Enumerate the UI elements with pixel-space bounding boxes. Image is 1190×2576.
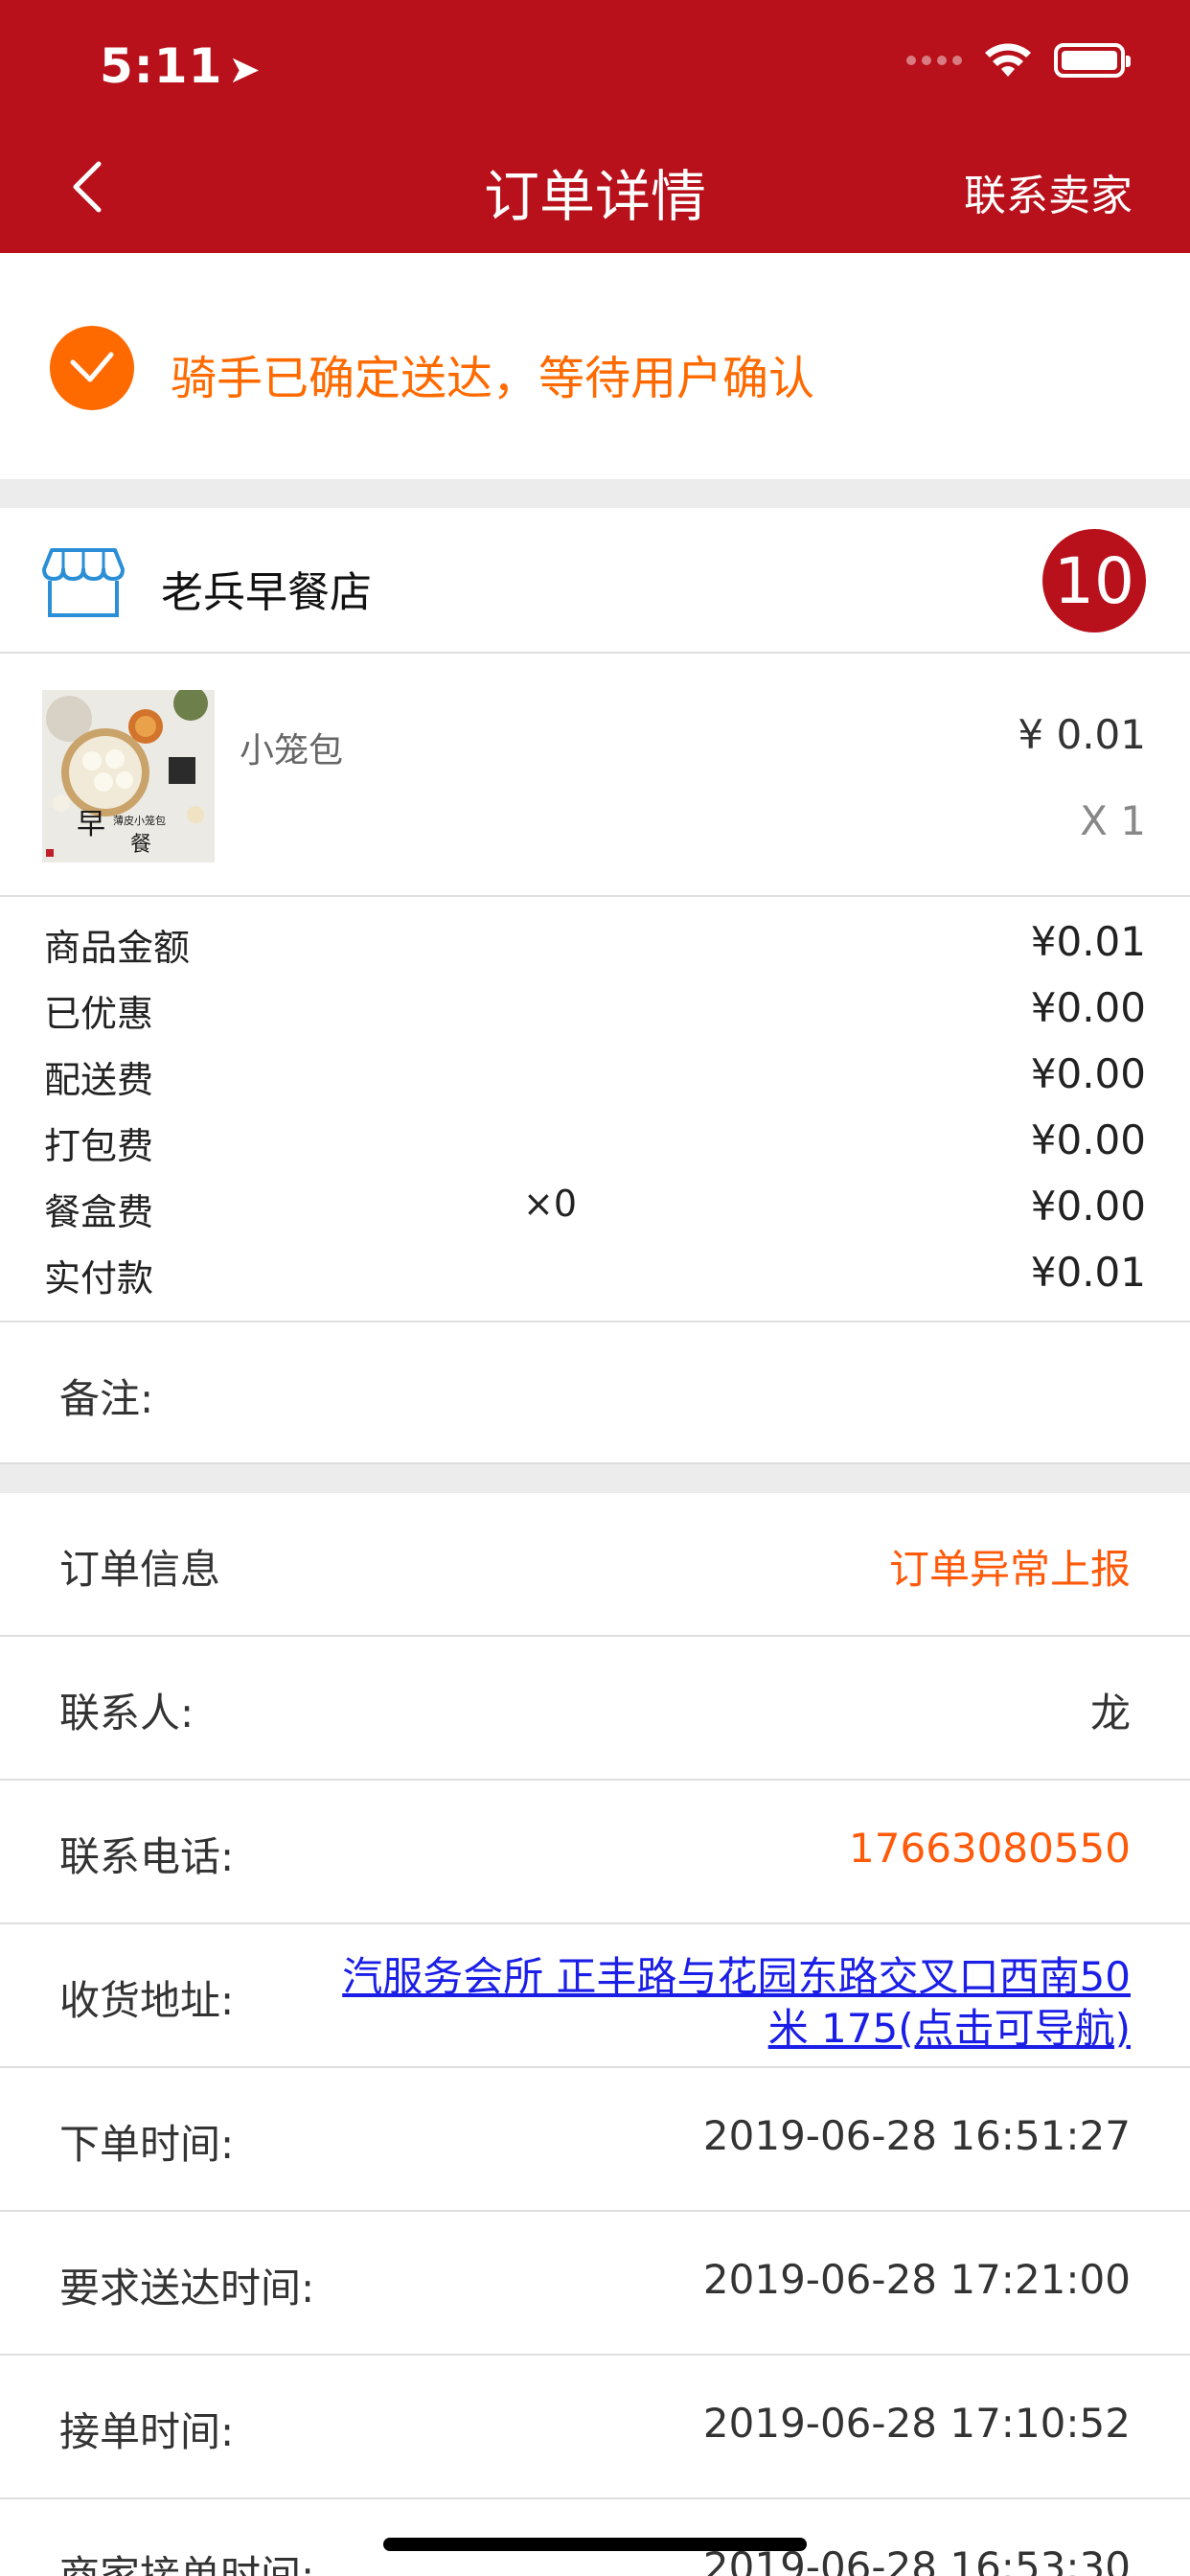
shop-row[interactable]: 老兵早餐店 10 bbox=[0, 508, 1190, 654]
address-line: 汽服务会所 正丰路与花园东路交叉口西南50 bbox=[342, 1953, 1131, 2000]
contact-name: 龙 bbox=[1089, 1690, 1131, 1736]
check-icon bbox=[50, 326, 134, 410]
fee-label: 已优惠 bbox=[44, 993, 154, 1035]
fee-line-packing: 打包费 ¥0.00 bbox=[44, 1116, 1146, 1174]
fee-value: ¥0.01 bbox=[1030, 1249, 1146, 1296]
fee-value: ¥0.00 bbox=[1030, 1050, 1146, 1097]
fee-multiplier: ×0 bbox=[523, 1183, 578, 1225]
shop-icon bbox=[42, 548, 125, 617]
product-price: ¥ 0.01 bbox=[1018, 711, 1146, 758]
fee-line-discount: 已优惠 ¥0.00 bbox=[44, 984, 1146, 1042]
svg-text:餐: 餐 bbox=[130, 833, 151, 857]
fee-value: ¥0.01 bbox=[1030, 918, 1146, 965]
wifi-icon bbox=[985, 43, 1031, 77]
order-time-value: 2019-06-28 16:51:27 bbox=[702, 2112, 1131, 2159]
accept-time-value: 2019-06-28 17:10:52 bbox=[702, 2400, 1131, 2447]
location-arrow-icon: ➤ bbox=[228, 48, 262, 92]
order-time-row: 下单时间: 2019-06-28 16:51:27 bbox=[0, 2068, 1190, 2212]
order-time-label: 下单时间: bbox=[59, 2121, 235, 2168]
report-abnormal-link[interactable]: 订单异常上报 bbox=[889, 1537, 1131, 1596]
battery-icon bbox=[1054, 43, 1131, 78]
section-divider bbox=[0, 479, 1190, 508]
order-info-header: 订单信息 订单异常上报 bbox=[0, 1493, 1190, 1637]
fee-label: 实付款 bbox=[44, 1257, 154, 1300]
signal-icon bbox=[906, 56, 962, 65]
order-number-badge: 10 bbox=[1042, 529, 1146, 632]
phone-row[interactable]: 联系电话: 17663080550 bbox=[0, 1781, 1190, 1924]
contact-row: 联系人: 龙 bbox=[0, 1637, 1190, 1781]
home-indicator[interactable] bbox=[383, 2538, 807, 2551]
section-divider bbox=[0, 1464, 1190, 1493]
fee-summary: 商品金额 ¥0.01 已优惠 ¥0.00 配送费 ¥0.00 打包费 ¥0.00… bbox=[0, 897, 1190, 1322]
status-time: 5:11 ➤ bbox=[100, 38, 262, 94]
merchant-accept-time-label: 商家接单时间: bbox=[59, 2552, 315, 2576]
contact-label: 联系人: bbox=[59, 1690, 195, 1736]
fee-value: ¥0.00 bbox=[1030, 984, 1146, 1031]
remark-label: 备注: bbox=[59, 1375, 154, 1422]
fee-line-goods-amount: 商品金额 ¥0.01 bbox=[44, 918, 1146, 976]
fee-value: ¥0.00 bbox=[1030, 1116, 1146, 1163]
status-time-text: 5:11 bbox=[100, 38, 223, 94]
shop-name: 老兵早餐店 bbox=[161, 568, 372, 617]
product-name: 小笼包 bbox=[240, 731, 344, 770]
required-time-label: 要求送达时间: bbox=[59, 2265, 315, 2312]
order-status-message: 骑手已确定送达，等待用户确认 bbox=[171, 352, 815, 405]
fee-value: ¥0.00 bbox=[1030, 1183, 1146, 1230]
phone-number-link[interactable]: 17663080550 bbox=[849, 1825, 1131, 1872]
accept-time-row: 接单时间: 2019-06-28 17:10:52 bbox=[0, 2356, 1190, 2499]
status-icons bbox=[906, 42, 1131, 79]
phone-label: 联系电话: bbox=[59, 1833, 235, 1880]
address-navigation-link[interactable]: 汽服务会所 正丰路与花园东路交叉口西南50 米 175(点击可导航) bbox=[276, 1951, 1131, 2055]
order-info-title: 订单信息 bbox=[59, 1546, 221, 1593]
fee-label: 打包费 bbox=[44, 1125, 154, 1167]
fee-label: 餐盒费 bbox=[44, 1191, 154, 1233]
svg-text:薄皮小笼包: 薄皮小笼包 bbox=[113, 814, 166, 827]
product-row: 早 薄皮小笼包 餐 小笼包 ¥ 0.01 X 1 bbox=[0, 654, 1190, 897]
product-quantity: X 1 bbox=[1080, 797, 1146, 844]
accept-time-label: 接单时间: bbox=[59, 2408, 235, 2455]
fee-line-paid: 实付款 ¥0.01 bbox=[44, 1249, 1146, 1306]
fee-line-lunchbox: 餐盒费 ×0 ¥0.00 bbox=[44, 1183, 1146, 1240]
fee-line-delivery: 配送费 ¥0.00 bbox=[44, 1050, 1146, 1108]
required-time-row: 要求送达时间: 2019-06-28 17:21:00 bbox=[0, 2212, 1190, 2356]
fee-label: 配送费 bbox=[44, 1059, 154, 1101]
required-time-value: 2019-06-28 17:21:00 bbox=[702, 2256, 1131, 2303]
remark-row: 备注: bbox=[0, 1322, 1190, 1464]
address-row: 收货地址: 汽服务会所 正丰路与花园东路交叉口西南50 米 175(点击可导航) bbox=[0, 1924, 1190, 2068]
address-label: 收货地址: bbox=[59, 1977, 235, 2024]
address-line: 米 175(点击可导航) bbox=[767, 2005, 1131, 2052]
product-image: 早 薄皮小笼包 餐 bbox=[42, 690, 215, 862]
contact-seller-button[interactable]: 联系卖家 bbox=[964, 161, 1133, 222]
fee-label: 商品金额 bbox=[44, 927, 191, 969]
header-bar: 5:11 ➤ 订单详情 联系卖家 bbox=[0, 0, 1190, 253]
svg-text:早: 早 bbox=[77, 808, 105, 841]
